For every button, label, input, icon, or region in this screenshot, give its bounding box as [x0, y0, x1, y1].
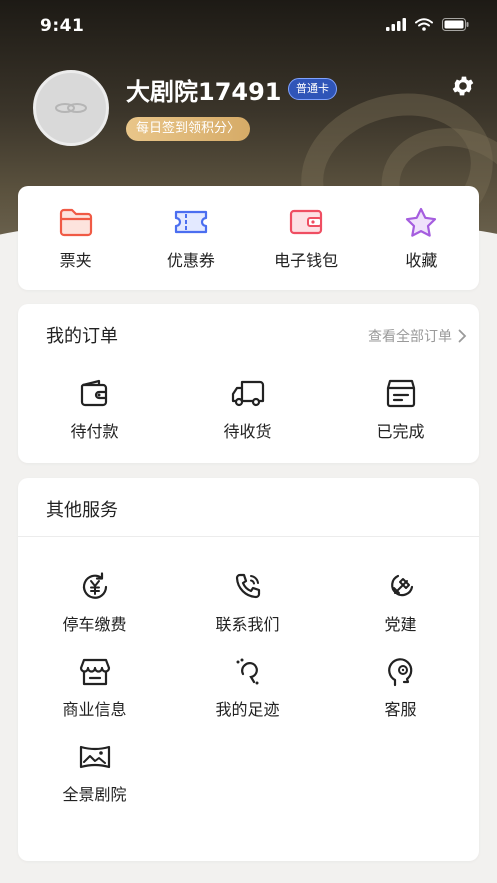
- chevron-right-icon: [458, 329, 467, 343]
- yuan-refresh-icon: [82, 572, 107, 599]
- quick-action-coupons[interactable]: 优惠券: [133, 186, 248, 290]
- my-orders-card: 我的订单 查看全部订单 待付款 待收货 已完成: [18, 304, 479, 463]
- quick-action-label: 电子钱包: [274, 251, 339, 270]
- service-label: 商业信息: [62, 700, 127, 719]
- service-my-footprints[interactable]: 我的足迹: [171, 657, 324, 720]
- service-label: 停车缴费: [62, 615, 127, 634]
- avatar-placeholder-icon: [55, 103, 87, 113]
- other-services-card: 其他服务 停车缴费 联系我们 党建 商业信息 我的足迹 客服 全景剧院: [18, 478, 479, 861]
- footprint-icon: [236, 658, 258, 685]
- order-status-row: 待付款 待收货 已完成: [18, 378, 479, 442]
- wallet-outline-icon: [80, 379, 107, 407]
- services-title: 其他服务: [46, 500, 118, 521]
- view-all-orders-link[interactable]: 查看全部订单: [368, 326, 467, 346]
- service-contact-us[interactable]: 联系我们: [171, 572, 324, 635]
- quick-action-label: 票夹: [59, 251, 92, 270]
- wifi-icon: [415, 18, 433, 31]
- status-icons: [386, 18, 469, 31]
- order-status-label: 待付款: [70, 422, 119, 441]
- order-status-label: 待收货: [223, 422, 272, 441]
- order-completed[interactable]: 已完成: [324, 378, 477, 442]
- order-pending-payment[interactable]: 待付款: [18, 378, 171, 442]
- service-parking-payment[interactable]: 停车缴费: [18, 572, 171, 635]
- star-icon: [406, 207, 437, 237]
- service-label: 党建: [384, 615, 417, 634]
- orders-title: 我的订单: [46, 326, 118, 347]
- service-head-icon: [387, 658, 412, 687]
- quick-action-ticket-folder[interactable]: 票夹: [18, 186, 133, 290]
- service-label: 我的足迹: [215, 700, 280, 719]
- username: 大剧院17491: [126, 78, 282, 106]
- signal-icon: [386, 18, 406, 31]
- divider: [18, 536, 479, 537]
- service-label: 全景剧院: [62, 785, 127, 804]
- service-label: 联系我们: [215, 615, 280, 634]
- quick-action-e-wallet[interactable]: 电子钱包: [249, 186, 364, 290]
- quick-action-label: 优惠券: [166, 251, 215, 270]
- avatar[interactable]: [33, 70, 109, 146]
- party-emblem-icon: [390, 574, 413, 597]
- quick-action-favorites[interactable]: 收藏: [364, 186, 479, 290]
- service-label: 客服: [384, 700, 417, 719]
- ticket-icon: [174, 210, 207, 234]
- truck-icon: [231, 380, 264, 407]
- view-all-orders-label: 查看全部订单: [368, 329, 452, 345]
- quick-actions-card: 票夹 优惠券 电子钱包 收藏: [18, 186, 479, 290]
- wallet-icon: [290, 209, 323, 235]
- gear-icon[interactable]: [450, 73, 476, 99]
- folder-icon: [59, 208, 92, 237]
- battery-icon: [442, 18, 469, 31]
- services-grid: 停车缴费 联系我们 党建 商业信息 我的足迹 客服 全景剧院: [18, 572, 479, 805]
- order-status-label: 已完成: [376, 422, 425, 441]
- quick-action-label: 收藏: [405, 251, 438, 270]
- store-icon: [79, 658, 110, 686]
- box-icon: [386, 379, 415, 408]
- membership-badge: 普通卡: [288, 78, 337, 100]
- daily-checkin-button[interactable]: 每日签到领积分〉: [126, 117, 251, 141]
- service-panorama-theater[interactable]: 全景剧院: [18, 742, 171, 805]
- service-party-building[interactable]: 党建: [324, 572, 477, 635]
- service-business-info[interactable]: 商业信息: [18, 657, 171, 720]
- status-bar: 9:41: [0, 0, 497, 54]
- service-customer-service[interactable]: 客服: [324, 657, 477, 720]
- status-time: 9:41: [40, 16, 85, 36]
- order-pending-delivery[interactable]: 待收货: [171, 378, 324, 442]
- phone-icon: [235, 573, 260, 599]
- panorama-icon: [79, 745, 110, 769]
